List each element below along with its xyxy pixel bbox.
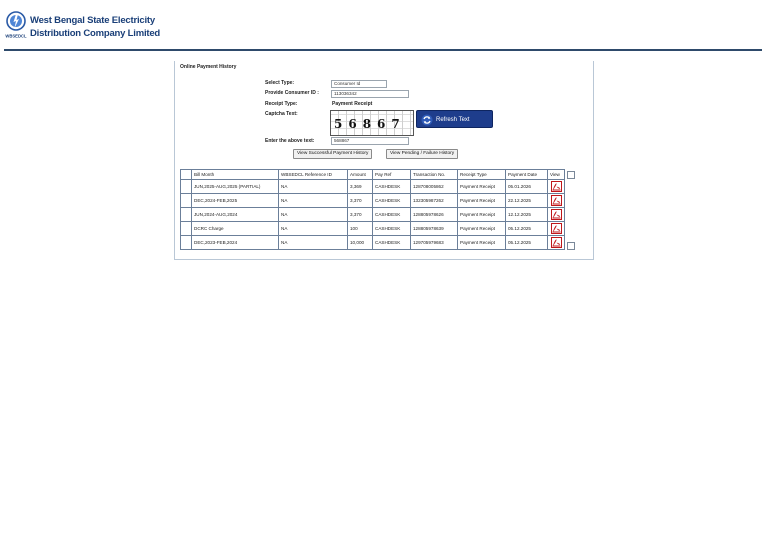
header-amount: Amount	[347, 169, 373, 180]
table-row: DEC,2024-FEB,2025 NA 3,370 CASHDESK 1323…	[180, 193, 576, 208]
cell-payment-date: 05.12.2025	[505, 235, 548, 250]
cell-payment-date: 05.01.2026	[505, 179, 548, 194]
table-row: JUN,2024-AUG,2024 NA 3,370 CASHDESK 1288…	[180, 207, 576, 222]
cell-reference-id: NA	[278, 235, 348, 250]
select-column-header	[180, 169, 192, 180]
cell-view	[547, 207, 565, 222]
cell-payment-date: 05.12.2025	[505, 221, 548, 236]
row-checkbox[interactable]	[180, 207, 192, 222]
cell-transaction-no: 128805978639	[410, 221, 458, 236]
header-divider	[4, 49, 762, 51]
row-spacer	[565, 208, 576, 222]
view-pending-history-button[interactable]: View Pending / Failure History	[386, 149, 459, 159]
panel-title: Online Payment History	[180, 64, 237, 70]
receipt-type-value: Payment Receipt	[332, 101, 373, 107]
row-checkbox[interactable]	[180, 179, 192, 194]
cell-pay-ref: CASHDESK	[372, 221, 411, 236]
cell-receipt-type: Payment Receipt	[457, 235, 506, 250]
captcha-image: 56867	[330, 110, 414, 136]
view-successful-history-button[interactable]: View Successful Payment History	[293, 149, 373, 159]
cell-bill-month: DEC,2023-FEB,2024	[191, 235, 279, 250]
row-checkbox[interactable]	[180, 221, 192, 236]
table-row: JUN,2025-AUG,2025 (PARTIAL) NA 3,369 CAS…	[180, 179, 576, 194]
cell-view	[547, 193, 565, 208]
site-header: WBSEDCL West Bengal State Electricity Di…	[0, 0, 768, 52]
table-row: DCRC Charge NA 100 CASHDESK 128805978639…	[180, 221, 576, 236]
cell-view	[547, 235, 565, 250]
cell-pay-ref: CASHDESK	[372, 193, 411, 208]
cell-reference-id: NA	[278, 193, 348, 208]
cell-reference-id: NA	[278, 221, 348, 236]
cell-transaction-no: 132305987262	[410, 193, 458, 208]
brand-name: West Bengal State Electricity Distributi…	[30, 14, 160, 40]
download-selected-checkbox[interactable]	[567, 241, 575, 250]
select-all-checkbox[interactable]	[567, 170, 575, 179]
header-receipt-type: Receipt Type	[457, 169, 506, 180]
cell-reference-id: NA	[278, 207, 348, 222]
enter-captcha-label: Enter the above text:	[265, 138, 315, 144]
svg-text:WBSEDCL: WBSEDCL	[5, 34, 27, 39]
select-type-dropdown[interactable]: Consumer Id	[331, 80, 387, 88]
download-selected-cell	[565, 236, 576, 250]
cell-receipt-type: Payment Receipt	[457, 207, 506, 222]
cell-transaction-no: 128805978626	[410, 207, 458, 222]
consumer-id-input[interactable]: 113036342	[331, 90, 409, 98]
cell-amount: 3,370	[347, 207, 373, 222]
row-checkbox[interactable]	[180, 235, 192, 250]
cell-bill-month: JUN,2025-AUG,2025 (PARTIAL)	[191, 179, 279, 194]
pdf-icon[interactable]	[550, 195, 562, 206]
cell-receipt-type: Payment Receipt	[457, 221, 506, 236]
select-type-label: Select Type:	[265, 80, 295, 86]
pdf-icon[interactable]	[550, 209, 562, 220]
refresh-button-label: Refresh Text	[436, 117, 470, 123]
header-payment-date: Payment Date	[505, 169, 548, 180]
payment-history-panel: Online Payment History Select Type: Cons…	[174, 61, 594, 260]
cell-transaction-no: 128708005862	[410, 179, 458, 194]
cell-bill-month: DCRC Charge	[191, 221, 279, 236]
wbsedcl-logo-icon: WBSEDCL	[5, 11, 27, 39]
brand-line-2: Distribution Company Limited	[30, 28, 161, 39]
consumer-id-label: Provide Consumer ID :	[265, 90, 319, 96]
table-row: DEC,2023-FEB,2024 NA 10,000 CASHDESK 129…	[180, 235, 576, 250]
receipt-type-label: Receipt Type:	[265, 101, 298, 107]
cell-payment-date: 12.12.2025	[505, 207, 548, 222]
header-pay-ref: Pay Ref	[372, 169, 411, 180]
header-reference-id: WBSEDCL Reference ID	[278, 169, 348, 180]
header-transaction-no: Transaction No.	[410, 169, 458, 180]
pdf-icon[interactable]	[550, 181, 562, 192]
row-spacer	[565, 180, 576, 194]
header-view: View	[547, 169, 565, 180]
row-spacer	[565, 194, 576, 208]
captcha-label: Captcha Text:	[265, 111, 298, 117]
captcha-input[interactable]: 568867	[331, 137, 409, 145]
refresh-captcha-button[interactable]: Refresh Text	[416, 110, 493, 128]
cell-payment-date: 22.12.2025	[505, 193, 548, 208]
cell-view	[547, 179, 565, 194]
cell-receipt-type: Payment Receipt	[457, 193, 506, 208]
pdf-icon[interactable]	[550, 223, 562, 234]
header-bill-month: Bill Month	[191, 169, 279, 180]
cell-amount: 10,000	[347, 235, 373, 250]
cell-receipt-type: Payment Receipt	[457, 179, 506, 194]
cell-pay-ref: CASHDESK	[372, 207, 411, 222]
cell-bill-month: JUN,2024-AUG,2024	[191, 207, 279, 222]
refresh-icon	[421, 114, 433, 126]
cell-bill-month: DEC,2024-FEB,2025	[191, 193, 279, 208]
cell-amount: 3,370	[347, 193, 373, 208]
select-all-cell	[565, 170, 576, 180]
brand-line-1: West Bengal State Electricity	[30, 15, 155, 26]
payment-history-table: Bill Month WBSEDCL Reference ID Amount P…	[180, 169, 576, 250]
captcha-text: 56867	[334, 117, 406, 131]
cell-pay-ref: CASHDESK	[372, 179, 411, 194]
cell-amount: 3,369	[347, 179, 373, 194]
cell-pay-ref: CASHDESK	[372, 235, 411, 250]
cell-transaction-no: 129705979683	[410, 235, 458, 250]
cell-amount: 100	[347, 221, 373, 236]
cell-reference-id: NA	[278, 179, 348, 194]
cell-view	[547, 221, 565, 236]
row-checkbox[interactable]	[180, 193, 192, 208]
row-spacer	[565, 222, 576, 236]
pdf-icon[interactable]	[550, 237, 562, 248]
table-header-row: Bill Month WBSEDCL Reference ID Amount P…	[180, 169, 576, 180]
